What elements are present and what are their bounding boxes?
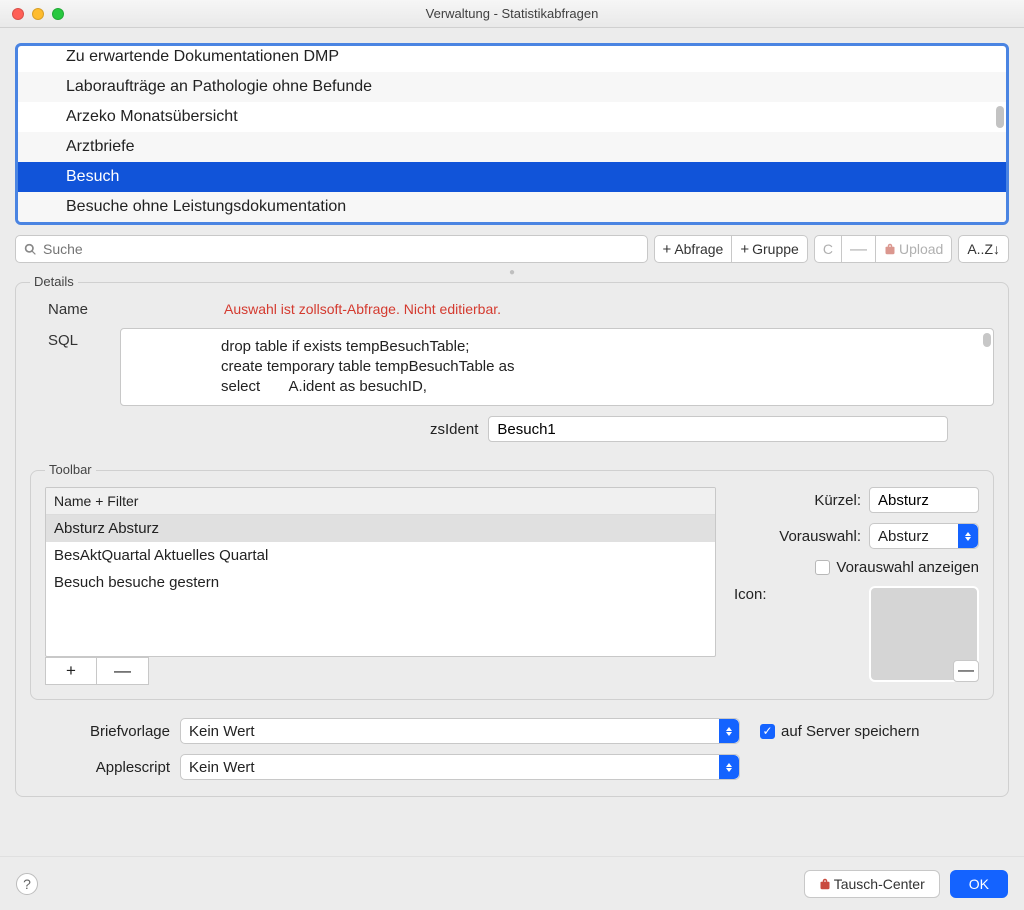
filter-table[interactable]: Name + Filter Absturz AbsturzBesAktQuart… <box>45 487 716 657</box>
applescript-select[interactable]: Kein Wert <box>180 754 740 780</box>
search-field[interactable] <box>15 235 648 263</box>
list-item[interactable]: Arzeko Monatsübersicht <box>18 102 1006 132</box>
help-button[interactable]: ? <box>16 873 38 895</box>
icon-label: Icon: <box>734 586 767 603</box>
details-label: Details <box>30 274 78 289</box>
search-toolbar-row: +Abfrage +Gruppe C — Upload A..Z↓ <box>15 235 1009 263</box>
vorauswahl-show-label: Vorauswahl anzeigen <box>836 559 979 576</box>
add-group-button[interactable]: +Gruppe <box>732 235 807 263</box>
scrollbar-thumb[interactable] <box>996 106 1004 128</box>
remove-button[interactable]: — <box>842 235 876 263</box>
bag-icon <box>819 878 831 890</box>
briefvorlage-select[interactable]: Kein Wert <box>180 718 740 744</box>
sort-button[interactable]: A..Z↓ <box>958 235 1009 263</box>
plus-icon: + <box>66 661 76 681</box>
minus-icon: — <box>114 661 131 681</box>
vorauswahl-select[interactable]: Absturz <box>869 523 979 549</box>
queries-list[interactable]: Zu erwartende Dokumentationen DMPLaborau… <box>15 43 1009 225</box>
table-row[interactable]: Besuch besuche gestern <box>46 569 715 596</box>
c-button[interactable]: C <box>814 235 842 263</box>
minus-icon: — <box>958 662 974 680</box>
applescript-label: Applescript <box>30 759 170 776</box>
zsident-input[interactable] <box>488 416 948 442</box>
list-item[interactable]: Arztbriefe <box>18 132 1006 162</box>
briefvorlage-label: Briefvorlage <box>30 723 170 740</box>
resize-handle[interactable]: ● <box>15 263 1009 280</box>
chevron-updown-icon <box>719 719 739 743</box>
plus-icon: + <box>663 241 672 258</box>
chevron-updown-icon <box>719 755 739 779</box>
add-query-button[interactable]: +Abfrage <box>654 235 733 263</box>
server-save-label: auf Server speichern <box>781 723 919 740</box>
window-title: Verwaltung - Statistikabfragen <box>0 6 1024 21</box>
scrollbar-thumb[interactable] <box>983 333 991 347</box>
edit-segment: C — Upload <box>814 235 953 263</box>
bag-icon <box>884 243 896 255</box>
details-group: Details Name Auswahl ist zollsoft-Abfrag… <box>15 282 1009 797</box>
window: Verwaltung - Statistikabfragen Zu erwart… <box>0 0 1024 910</box>
tausch-center-button[interactable]: Tausch-Center <box>804 870 940 898</box>
readonly-warning: Auswahl ist zollsoft-Abfrage. Nicht edit… <box>224 297 501 317</box>
toolbar-group: Toolbar Name + Filter Absturz AbsturzBes… <box>30 470 994 700</box>
list-item[interactable]: Laboraufträge an Pathologie ohne Befunde <box>18 72 1006 102</box>
server-save-checkbox[interactable] <box>760 724 775 739</box>
sql-content: drop table if exists tempBesuchTable; cr… <box>121 329 993 405</box>
kuerzel-input[interactable] <box>869 487 979 513</box>
table-row[interactable]: BesAktQuartal Aktuelles Quartal <box>46 542 715 569</box>
sql-textarea[interactable]: drop table if exists tempBesuchTable; cr… <box>120 328 994 406</box>
icon-well[interactable]: — <box>869 586 979 682</box>
search-input[interactable] <box>43 241 639 257</box>
plus-icon: + <box>740 241 749 258</box>
remove-filter-button[interactable]: — <box>97 657 149 685</box>
titlebar: Verwaltung - Statistikabfragen <box>0 0 1024 28</box>
chevron-updown-icon <box>958 524 978 548</box>
upload-button[interactable]: Upload <box>876 235 952 263</box>
add-segment: +Abfrage +Gruppe <box>654 235 808 263</box>
add-filter-button[interactable]: + <box>45 657 97 685</box>
list-item[interactable]: Zu erwartende Dokumentationen DMP <box>18 46 1006 72</box>
name-label: Name <box>48 297 116 318</box>
ok-button[interactable]: OK <box>950 870 1008 898</box>
sql-label: SQL <box>48 328 116 349</box>
toolbar-label: Toolbar <box>45 462 96 477</box>
vorauswahl-show-checkbox[interactable] <box>815 560 830 575</box>
zsident-label: zsIdent <box>430 421 478 438</box>
table-row[interactable]: Absturz Absturz <box>46 515 715 542</box>
table-header: Name + Filter <box>46 488 715 515</box>
list-item[interactable]: Besuche ohne Leistungsdokumentation <box>18 192 1006 222</box>
footer: ? Tausch-Center OK <box>0 856 1024 910</box>
vorauswahl-label: Vorauswahl: <box>779 528 861 545</box>
clear-icon-button[interactable]: — <box>953 660 979 682</box>
content-area: Zu erwartende Dokumentationen DMPLaborau… <box>0 28 1024 856</box>
search-icon <box>24 243 37 256</box>
kuerzel-label: Kürzel: <box>814 492 861 509</box>
list-item[interactable]: Besuch <box>18 162 1006 192</box>
